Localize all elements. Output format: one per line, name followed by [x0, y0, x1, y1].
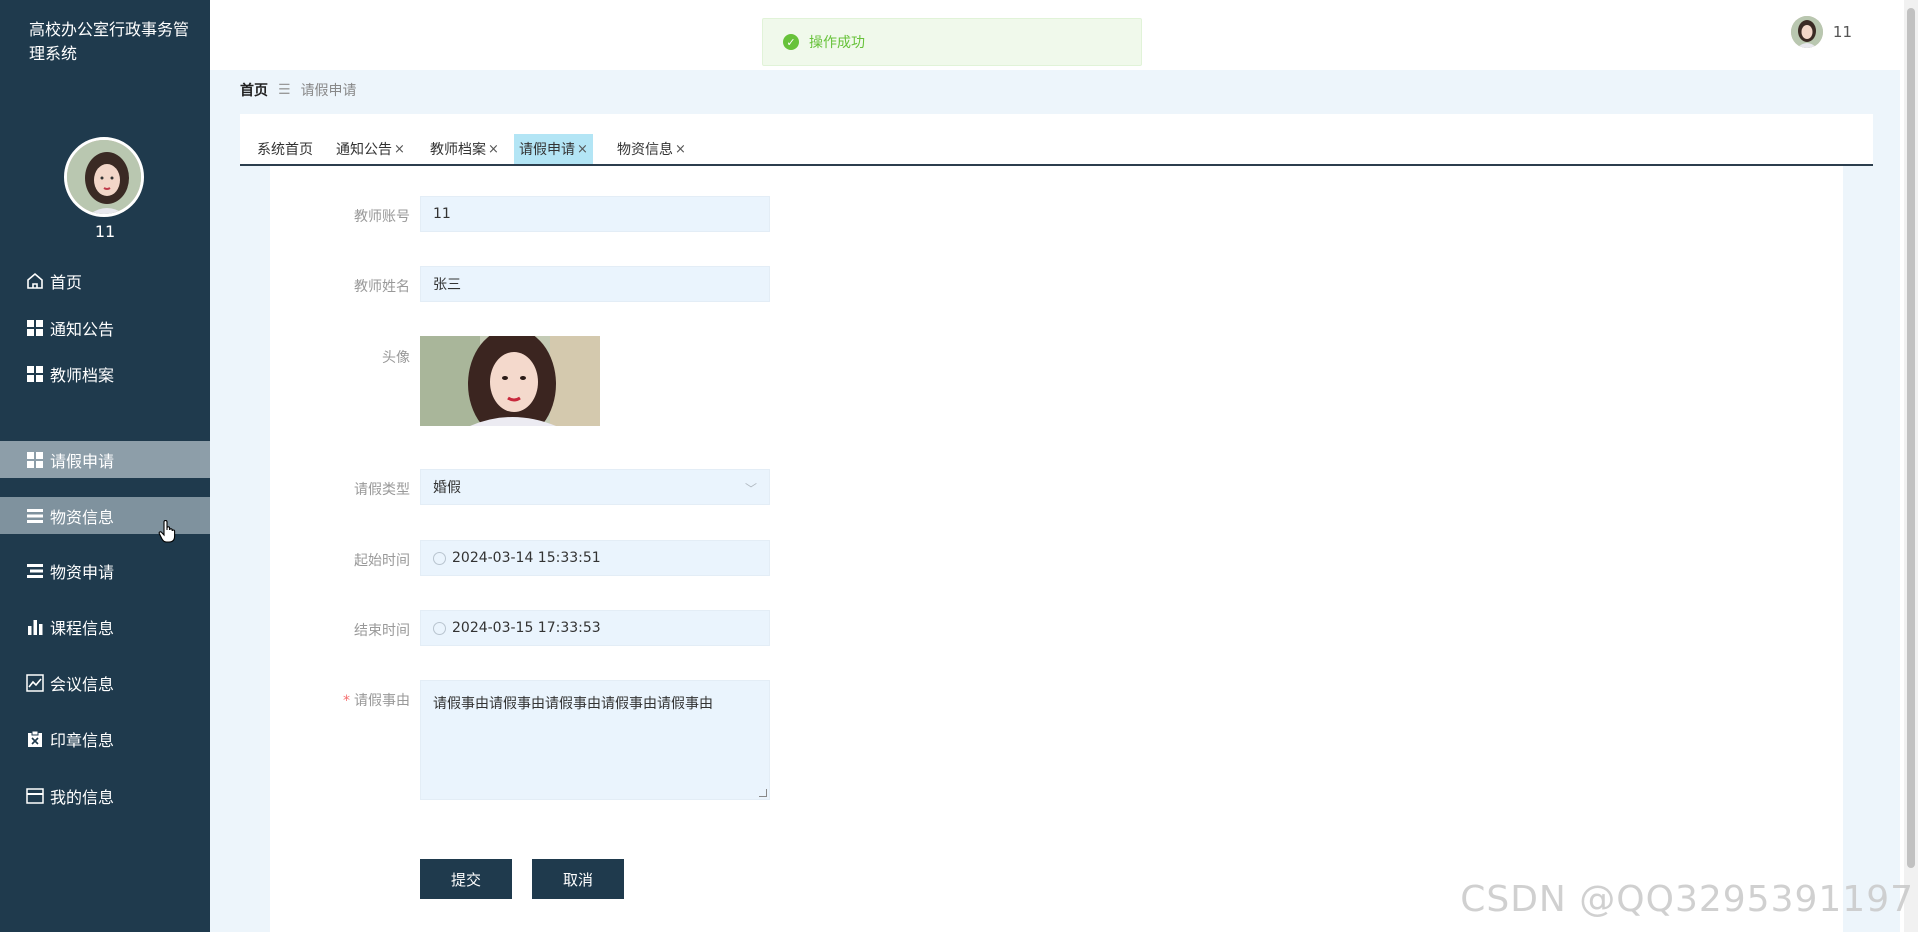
sidebar-item-home[interactable]: 首页	[0, 262, 210, 299]
sidebar-item-courses[interactable]: 课程信息	[0, 608, 210, 645]
reason-label: * 请假事由	[270, 690, 410, 710]
close-icon[interactable]: ×	[675, 142, 686, 157]
app-title: 高校办公室行政事务管理系统	[29, 20, 190, 63]
reason-value: 请假事由请假事由请假事由请假事由请假事由	[433, 696, 713, 712]
user-name: 11	[1832, 23, 1852, 41]
sidebar-item-label: 物资信息	[50, 507, 115, 527]
tab-materials[interactable]: 物资信息 ×	[612, 134, 691, 164]
avatar-small	[1790, 16, 1823, 48]
breadcrumb-separator-icon: ☰	[278, 82, 291, 98]
watermark: CSDN @QQ3295391197	[1460, 879, 1914, 920]
tab-label: 系统首页	[257, 142, 313, 158]
sidebar-item-label: 首页	[50, 272, 83, 292]
leave-type-select[interactable]: 婚假 ﹀	[420, 469, 770, 505]
start-time-picker[interactable]: 2024-03-14 15:33:51	[420, 540, 770, 576]
scrollbar-thumb[interactable]	[1907, 8, 1915, 868]
clock-icon	[433, 551, 446, 565]
tab-home[interactable]: 系统首页	[252, 134, 318, 164]
bar-chart-icon	[24, 616, 46, 638]
sidebar: 高校办公室行政事务管理系统 11 首页 通知公告 教师档案 请假申请 物资信息 …	[0, 0, 210, 932]
reason-textarea[interactable]: 请假事由请假事由请假事由请假事由请假事由	[420, 680, 770, 800]
sidebar-item-meetings[interactable]: 会议信息	[0, 664, 210, 701]
sidebar-item-materials[interactable]: 物资信息	[0, 497, 210, 534]
sidebar-item-label: 会议信息	[50, 674, 115, 694]
start-time-value: 2024-03-14 15:33:51	[452, 550, 601, 566]
breadcrumb-current: 请假申请	[300, 83, 357, 99]
sidebar-item-label: 印章信息	[50, 730, 115, 750]
name-value: 张三	[433, 277, 461, 293]
sidebar-item-leave[interactable]: 请假申请	[0, 441, 210, 478]
clock-icon	[433, 621, 446, 635]
account-label: 教师账号	[354, 209, 410, 225]
avatar[interactable]	[64, 137, 144, 217]
submit-button[interactable]: 提交	[420, 859, 512, 899]
page-scrollbar[interactable]	[1904, 0, 1918, 932]
tabs-bar: 系统首页 通知公告 × 教师档案 × 请假申请 × 物资信息 ×	[240, 114, 1873, 166]
close-icon[interactable]: ×	[394, 142, 405, 157]
sidebar-item-teacher-files[interactable]: 教师档案	[0, 355, 210, 392]
close-icon[interactable]: ×	[488, 142, 499, 157]
hand-cursor-icon	[158, 519, 176, 548]
tab-label: 通知公告	[336, 142, 392, 158]
end-label: 结束时间	[354, 623, 410, 639]
tab-label: 物资信息	[617, 142, 673, 158]
breadcrumb-home[interactable]: 首页	[240, 80, 268, 100]
grid-icon	[24, 363, 46, 385]
clipboard-icon	[24, 728, 46, 750]
sidebar-item-label: 物资申请	[50, 562, 115, 582]
leave-type-value: 婚假	[433, 480, 461, 496]
start-label: 起始时间	[354, 553, 410, 569]
sidebar-item-notice[interactable]: 通知公告	[0, 309, 210, 346]
breadcrumb: 首页 ☰ 请假申请	[240, 80, 357, 100]
sidebar-item-label: 教师档案	[50, 365, 115, 385]
close-icon[interactable]: ×	[577, 142, 588, 157]
sidebar-item-label: 我的信息	[50, 787, 115, 807]
sidebar-item-seals[interactable]: 印章信息	[0, 720, 210, 757]
list-icon	[24, 505, 46, 527]
tab-teacher-files[interactable]: 教师档案 ×	[425, 134, 504, 164]
chevron-down-icon: ﹀	[744, 482, 757, 496]
user-menu[interactable]: 11	[1790, 16, 1852, 48]
toast-message: 操作成功	[809, 35, 865, 51]
list-icon	[24, 560, 46, 582]
tab-label: 请假申请	[519, 142, 575, 158]
account-field[interactable]: 11	[420, 196, 770, 232]
sidebar-item-label: 课程信息	[50, 618, 115, 638]
sidebar-item-label: 通知公告	[50, 319, 115, 339]
sidebar-item-material-apply[interactable]: 物资申请	[0, 552, 210, 589]
sidebar-item-label: 请假申请	[50, 451, 115, 471]
resize-handle-icon[interactable]	[759, 789, 767, 797]
line-chart-icon	[24, 672, 46, 694]
home-icon	[24, 270, 46, 292]
required-mark: *	[343, 693, 350, 709]
account-value: 11	[433, 206, 451, 222]
avatar-name: 11	[94, 222, 116, 241]
tab-leave[interactable]: 请假申请 ×	[514, 134, 593, 164]
type-label: 请假类型	[354, 482, 410, 498]
end-time-picker[interactable]: 2024-03-15 17:33:53	[420, 610, 770, 646]
grid-icon	[24, 317, 46, 339]
card-icon	[24, 785, 46, 807]
end-time-value: 2024-03-15 17:33:53	[452, 620, 601, 636]
sidebar-item-my-info[interactable]: 我的信息	[0, 777, 210, 814]
success-toast: ✓ 操作成功	[762, 18, 1142, 66]
cancel-button[interactable]: 取消	[532, 859, 624, 899]
reason-label-text: 请假事由	[354, 693, 410, 709]
tab-notice[interactable]: 通知公告 ×	[331, 134, 410, 164]
photo-label: 头像	[382, 350, 410, 366]
grid-icon	[24, 449, 46, 471]
teacher-photo	[420, 336, 600, 426]
check-circle-icon: ✓	[783, 34, 799, 50]
name-field[interactable]: 张三	[420, 266, 770, 302]
tab-label: 教师档案	[430, 142, 486, 158]
name-label: 教师姓名	[354, 279, 410, 295]
